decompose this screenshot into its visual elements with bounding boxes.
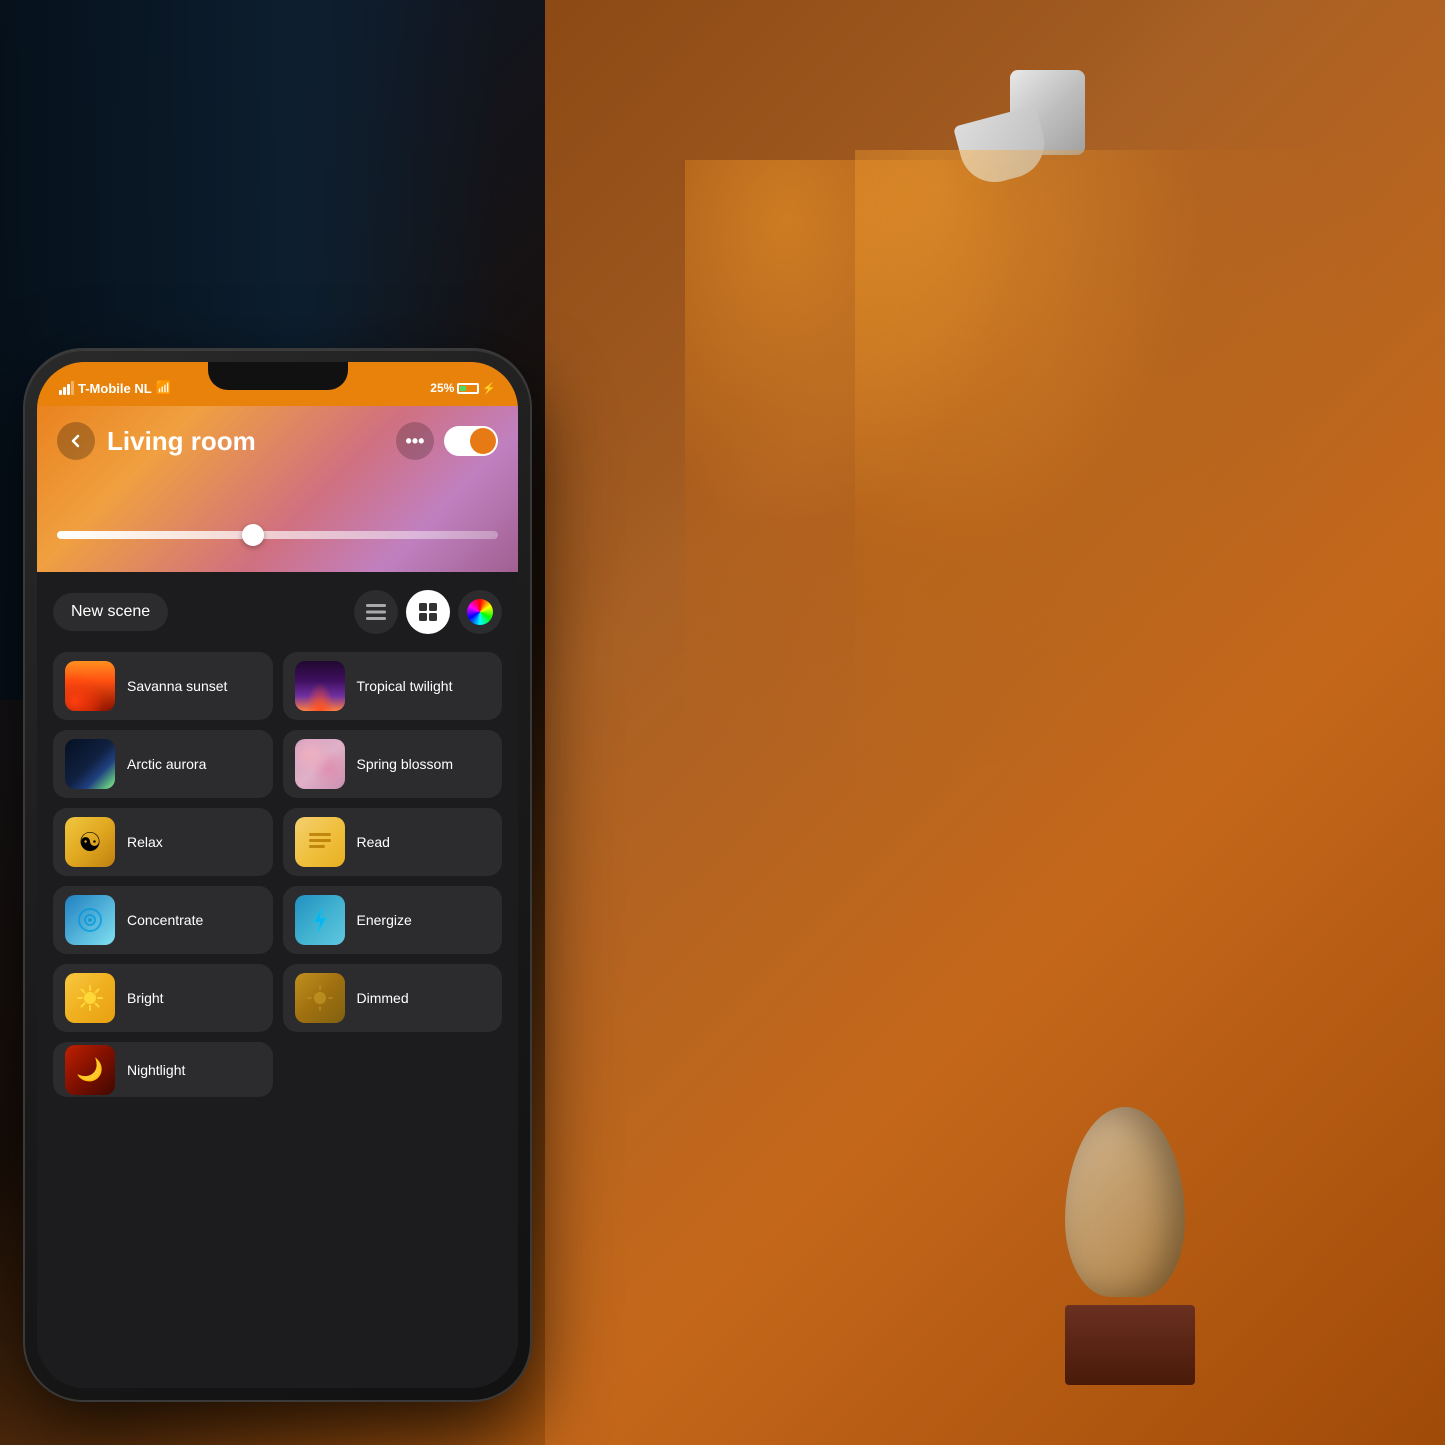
list-icon: [366, 604, 386, 620]
list-view-button[interactable]: [354, 590, 398, 634]
signal-icon: [59, 381, 74, 395]
scene-thumb-dimmed: [295, 973, 345, 1023]
battery-percent: 25%: [430, 381, 454, 395]
battery-icon: [457, 383, 479, 394]
room-toggle[interactable]: [444, 426, 498, 456]
view-mode-buttons: [354, 590, 502, 634]
energize-icon: [308, 906, 332, 934]
back-button[interactable]: [57, 422, 95, 460]
carrier-info: T-Mobile NL 📶: [59, 380, 172, 396]
scene-card-tropical-twilight[interactable]: Tropical twilight: [283, 652, 503, 720]
scene-thumb-tropical: [295, 661, 345, 711]
scene-thumb-relax: ☯: [65, 817, 115, 867]
dimmed-icon: [306, 984, 334, 1012]
scene-name-savanna-sunset: Savanna sunset: [127, 678, 227, 694]
scenes-icon: [418, 602, 438, 622]
scene-card-nightlight[interactable]: 🌙 Nightlight: [53, 1042, 273, 1097]
scene-card-read[interactable]: Read: [283, 808, 503, 876]
room-title: Living room: [107, 426, 396, 457]
sculpture-base: [1065, 1305, 1195, 1385]
sculpture: [1065, 1107, 1195, 1385]
toggle-knob: [470, 428, 496, 454]
signal-bar-4: [71, 381, 74, 395]
scene-thumb-read: [295, 817, 345, 867]
sculpture-head: [1065, 1107, 1185, 1297]
battery-fill: [460, 386, 465, 391]
brightness-track: [57, 531, 498, 539]
scene-thumb-arctic: [65, 739, 115, 789]
new-scene-button[interactable]: New scene: [53, 593, 168, 631]
scene-thumb-nightlight: 🌙: [65, 1045, 115, 1095]
toolbar: New scene: [53, 590, 502, 634]
brightness-thumb[interactable]: [242, 524, 264, 546]
carrier-label: T-Mobile NL: [78, 381, 152, 396]
scene-name-read: Read: [357, 834, 390, 850]
scene-name-spring-blossom: Spring blossom: [357, 756, 454, 772]
scene-name-concentrate: Concentrate: [127, 912, 203, 928]
scene-thumb-energize: [295, 895, 345, 945]
read-icon: [307, 831, 333, 853]
scene-name-tropical-twilight: Tropical twilight: [357, 678, 453, 694]
scene-card-dimmed[interactable]: Dimmed: [283, 964, 503, 1032]
back-arrow-icon: [67, 432, 85, 450]
battery-info: 25% ⚡: [430, 381, 496, 395]
wall-lamp: [905, 60, 1105, 260]
notch: [208, 362, 348, 390]
concentrate-icon: [76, 906, 104, 934]
scene-area: New scene: [37, 574, 518, 1388]
charging-icon: ⚡: [482, 382, 496, 395]
more-options-button[interactable]: •••: [396, 422, 434, 460]
scene-thumb-spring: [295, 739, 345, 789]
relax-icon: ☯: [78, 827, 101, 858]
scene-name-relax: Relax: [127, 834, 163, 850]
wifi-icon: 📶: [156, 380, 172, 396]
scene-card-spring-blossom[interactable]: Spring blossom: [283, 730, 503, 798]
scene-thumb-bright: [65, 973, 115, 1023]
scene-card-arctic-aurora[interactable]: Arctic aurora: [53, 730, 273, 798]
more-dots-icon: •••: [406, 431, 425, 452]
scene-name-bright: Bright: [127, 990, 164, 1006]
scenes-view-button[interactable]: [406, 590, 450, 634]
scene-card-relax[interactable]: ☯ Relax: [53, 808, 273, 876]
scene-thumb-savanna: [65, 661, 115, 711]
phone-outer: T-Mobile NL 📶 09:23 25% ⚡: [25, 350, 530, 1400]
scene-name-arctic-aurora: Arctic aurora: [127, 756, 206, 772]
color-wheel-icon: [467, 599, 493, 625]
scene-card-savanna-sunset[interactable]: Savanna sunset: [53, 652, 273, 720]
phone-screen-container: T-Mobile NL 📶 09:23 25% ⚡: [37, 362, 518, 1388]
phone-screen: T-Mobile NL 📶 09:23 25% ⚡: [37, 362, 518, 1388]
signal-bar-3: [67, 384, 70, 395]
header-controls: Living room •••: [37, 412, 518, 470]
nightlight-icon: 🌙: [76, 1057, 103, 1083]
phone: T-Mobile NL 📶 09:23 25% ⚡: [25, 350, 530, 1400]
scene-card-bright[interactable]: Bright: [53, 964, 273, 1032]
lamp-light-cone: [855, 150, 1405, 850]
scene-card-concentrate[interactable]: Concentrate: [53, 886, 273, 954]
scene-name-nightlight: Nightlight: [127, 1062, 185, 1078]
bright-icon: [76, 984, 104, 1012]
scene-grid: Savanna sunset Tropical twilight Arctic …: [53, 652, 502, 1097]
color-view-button[interactable]: [458, 590, 502, 634]
signal-bar-1: [59, 390, 62, 395]
scene-card-energize[interactable]: Energize: [283, 886, 503, 954]
scene-thumb-concentrate: [65, 895, 115, 945]
signal-bar-2: [63, 387, 66, 395]
scene-name-energize: Energize: [357, 912, 412, 928]
scene-name-dimmed: Dimmed: [357, 990, 409, 1006]
brightness-slider[interactable]: [57, 517, 498, 553]
